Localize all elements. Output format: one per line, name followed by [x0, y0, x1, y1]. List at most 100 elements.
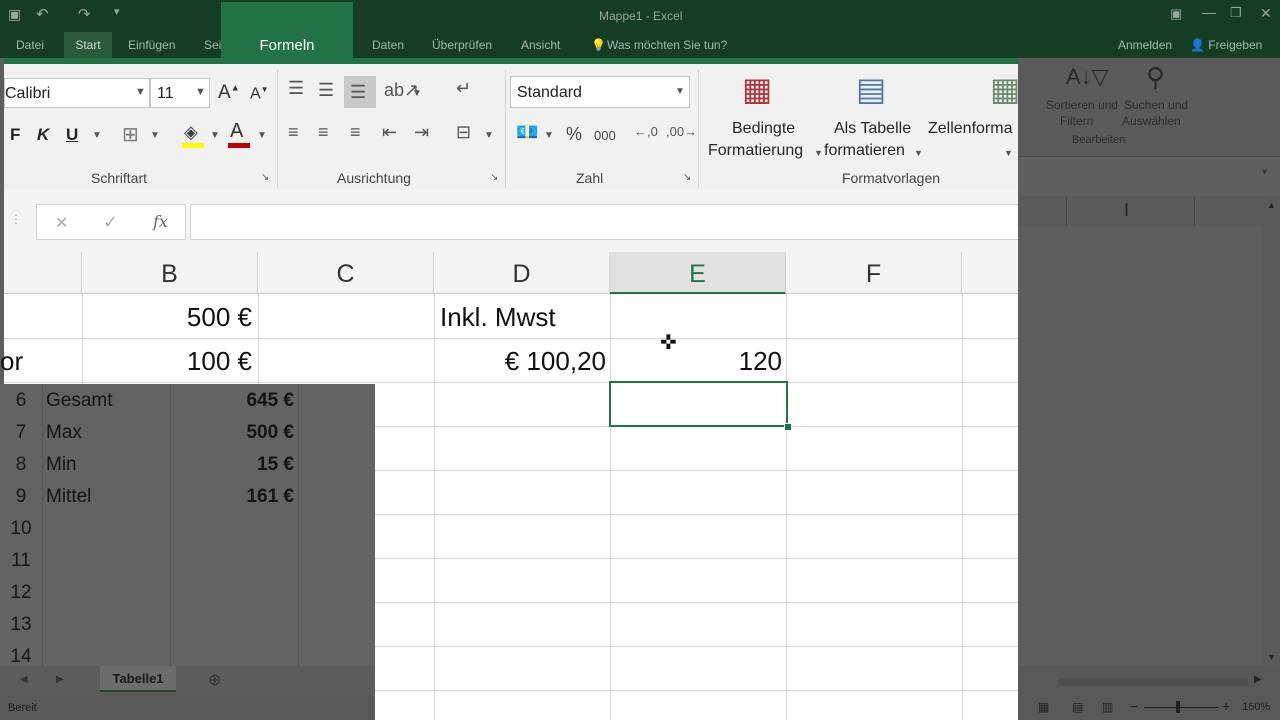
save-icon[interactable]: ▣ — [8, 6, 21, 23]
dialog-launcher-icon[interactable]: ↘ — [261, 172, 269, 183]
tab-daten[interactable]: Daten — [372, 38, 404, 52]
zoom-level[interactable]: 160% — [1242, 701, 1270, 713]
row-value[interactable]: 645 € — [174, 390, 294, 412]
row-number[interactable]: 8 — [0, 454, 42, 476]
font-color-icon[interactable]: A — [230, 120, 243, 143]
column-header-g[interactable] — [962, 252, 1018, 294]
row-label[interactable]: Min — [46, 454, 77, 476]
vertical-scrollbar[interactable]: ▲ ▼ — [1262, 196, 1280, 666]
chevron-down-icon[interactable]: ▼ — [150, 130, 160, 141]
tab-datei[interactable]: Datei — [16, 38, 44, 52]
row-number[interactable]: 7 — [0, 422, 42, 444]
column-header-b[interactable]: B — [82, 252, 258, 294]
drag-handle-icon[interactable]: ⋮ — [10, 212, 22, 226]
chevron-down-icon[interactable]: ▼ — [484, 130, 494, 141]
cell-b1[interactable]: 500 € — [90, 302, 252, 333]
font-name-dropdown[interactable]: Calibri ▼ — [4, 78, 150, 108]
sort-filter-label-1[interactable]: Sortieren und — [1046, 98, 1118, 112]
borders-icon[interactable]: ⊞ — [122, 122, 139, 147]
row-number[interactable]: 6 — [0, 390, 42, 412]
customize-toolbar-icon[interactable]: ▾ — [114, 5, 120, 18]
conditional-formatting-button[interactable]: ▦ Bedingte Formatierung ▼ — [708, 64, 826, 164]
redo-icon[interactable]: ↷ — [78, 5, 91, 23]
row-value[interactable]: 500 € — [174, 422, 294, 444]
page-break-icon[interactable]: ▥ — [1102, 700, 1113, 714]
scroll-up-icon[interactable]: ▲ — [1267, 200, 1276, 210]
tab-einfuegen[interactable]: Einfügen — [128, 38, 175, 52]
normal-view-icon[interactable]: ▦ — [1038, 700, 1049, 714]
align-right-icon[interactable]: ≡ — [350, 122, 361, 143]
zoom-slider-thumb[interactable] — [1176, 701, 1180, 713]
sign-in-link[interactable]: Anmelden — [1118, 38, 1172, 52]
column-header-a[interactable] — [4, 252, 82, 294]
decrease-indent-icon[interactable]: ⇤ — [382, 122, 397, 143]
cancel-icon[interactable]: ✕ — [55, 213, 68, 233]
cell-d2[interactable]: € 100,20 — [440, 346, 606, 377]
row-label[interactable]: Mittel — [46, 486, 91, 508]
cell-a2-partial[interactable]: or — [0, 346, 23, 377]
font-size-dropdown[interactable]: 11 ▼ — [150, 78, 210, 108]
formula-input[interactable] — [190, 204, 1018, 240]
cell-d1[interactable]: Inkl. Mwst — [440, 302, 556, 333]
confirm-icon[interactable]: ✓ — [103, 212, 118, 233]
find-select-label-2[interactable]: Auswählen — [1122, 114, 1181, 128]
chevron-down-icon[interactable]: ▼ — [544, 130, 554, 141]
horizontal-scrollbar[interactable] — [1058, 678, 1248, 686]
bold-button[interactable]: F — [10, 125, 20, 145]
underline-button[interactable]: U — [66, 125, 78, 145]
find-select-label-1[interactable]: Suchen und — [1124, 98, 1188, 112]
thousands-button[interactable]: 000 — [594, 128, 616, 143]
add-sheet-icon[interactable]: ⊕ — [208, 670, 221, 690]
fill-color-icon[interactable]: ◈ — [184, 122, 198, 143]
ribbon-display-icon[interactable]: ▣ — [1170, 6, 1182, 22]
tell-me-input[interactable]: Was möchten Sie tun? — [607, 38, 727, 52]
tab-start[interactable]: Start — [64, 32, 112, 58]
scroll-right-icon[interactable]: ▶ — [1254, 674, 1262, 685]
row-number[interactable]: 10 — [0, 518, 42, 540]
increase-decimal-icon[interactable]: ←,0 — [634, 124, 658, 139]
restore-icon[interactable]: ❐ — [1230, 5, 1242, 21]
row-value[interactable]: 161 € — [174, 486, 294, 508]
cell-e2[interactable]: 120 — [616, 346, 782, 377]
currency-format-icon[interactable]: 💶 — [516, 122, 538, 143]
close-icon[interactable]: ✕ — [1260, 5, 1272, 22]
row-number[interactable]: 14 — [0, 646, 42, 668]
column-header-c[interactable]: C — [258, 252, 434, 294]
insert-function-icon[interactable]: fx — [153, 212, 168, 231]
zoom-slider[interactable] — [1144, 707, 1218, 708]
zoom-out-icon[interactable]: − — [1130, 698, 1138, 714]
cell-b2[interactable]: 100 € — [90, 346, 252, 377]
row-number[interactable]: 13 — [0, 614, 42, 636]
number-format-dropdown[interactable]: Standard ▼ — [510, 76, 690, 108]
italic-button[interactable]: K — [37, 125, 49, 145]
cell-styles-button[interactable]: ▦ Zellenforma ▼ — [928, 64, 1018, 164]
format-as-table-button[interactable]: ▤ Als Tabelle formatieren ▼ — [824, 64, 934, 164]
grow-font-icon[interactable]: A▲ — [218, 82, 240, 104]
column-header-f[interactable]: F — [786, 252, 962, 294]
share-button[interactable]: 👤 Freigeben — [1190, 38, 1262, 52]
next-sheet-icon[interactable]: ▶ — [56, 674, 64, 685]
fill-handle[interactable] — [784, 423, 792, 431]
align-top-icon[interactable]: ☰ — [288, 78, 304, 99]
zoom-in-icon[interactable]: + — [1222, 698, 1230, 714]
chevron-down-icon[interactable]: ▼ — [257, 130, 267, 141]
merge-center-icon[interactable]: ⊟ — [456, 122, 471, 143]
sheet-tab-tabelle1[interactable]: Tabelle1 — [100, 666, 176, 692]
row-label[interactable]: Gesamt — [46, 390, 113, 412]
column-header-d[interactable]: D — [434, 252, 610, 294]
increase-indent-icon[interactable]: ⇥ — [414, 122, 429, 143]
wrap-text-icon[interactable]: ↵ — [456, 78, 471, 99]
chevron-down-icon[interactable]: ▼ — [210, 130, 220, 141]
row-label[interactable]: Max — [46, 422, 82, 444]
selected-cell-e3[interactable] — [609, 381, 788, 427]
undo-icon[interactable]: ↶ — [36, 5, 49, 23]
sort-filter-label-2[interactable]: Filtern — [1060, 114, 1093, 128]
scroll-down-icon[interactable]: ▼ — [1267, 652, 1276, 662]
percent-button[interactable]: % — [566, 124, 582, 145]
align-bottom-button[interactable]: ☰ — [344, 76, 376, 108]
prev-sheet-icon[interactable]: ◀ — [20, 674, 28, 685]
dialog-launcher-icon[interactable]: ↘ — [683, 172, 691, 183]
tab-seitenlayout[interactable]: Sei — [204, 38, 221, 52]
align-middle-icon[interactable]: ☰ — [318, 80, 334, 101]
align-left-icon[interactable]: ≡ — [288, 122, 299, 143]
